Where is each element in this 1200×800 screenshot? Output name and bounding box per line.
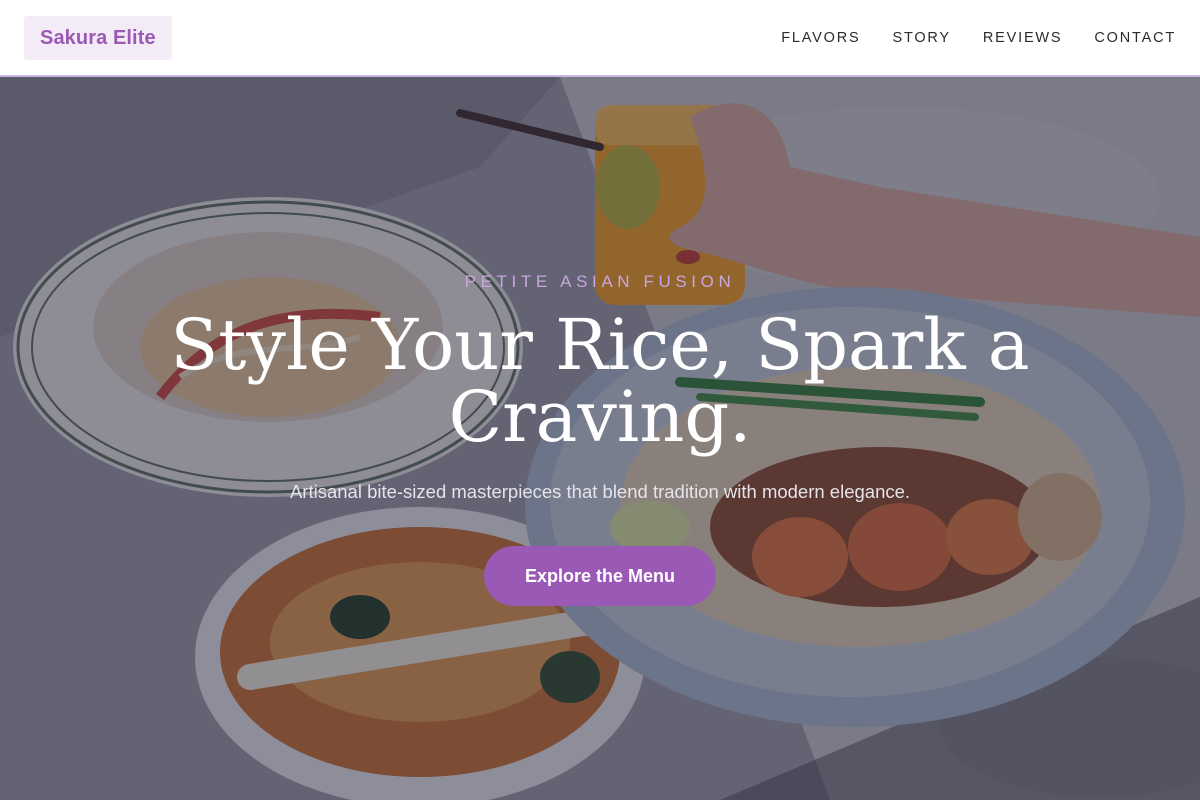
main-nav: FLAVORS STORY REVIEWS CONTACT xyxy=(781,30,1176,46)
hero-subtitle: Artisanal bite-sized masterpieces that b… xyxy=(289,481,911,502)
nav-item-reviews[interactable]: REVIEWS xyxy=(983,30,1062,46)
hero-content: PETITE ASIAN FUSION Style Your Rice, Spa… xyxy=(0,77,1200,800)
nav-item-contact[interactable]: CONTACT xyxy=(1094,30,1176,46)
site-header: Sakura Elite FLAVORS STORY REVIEWS CONTA… xyxy=(0,0,1200,76)
nav-item-story[interactable]: STORY xyxy=(892,30,950,46)
hero-eyebrow: PETITE ASIAN FUSION xyxy=(464,272,736,291)
hero-headline: Style Your Rice, Spark a Craving. xyxy=(170,304,1030,458)
hero-section: PETITE ASIAN FUSION Style Your Rice, Spa… xyxy=(0,77,1200,800)
brand-logo[interactable]: Sakura Elite xyxy=(24,16,172,60)
explore-menu-button[interactable]: Explore the Menu xyxy=(484,546,716,606)
nav-item-flavors[interactable]: FLAVORS xyxy=(781,30,860,46)
header-divider xyxy=(0,75,1200,77)
